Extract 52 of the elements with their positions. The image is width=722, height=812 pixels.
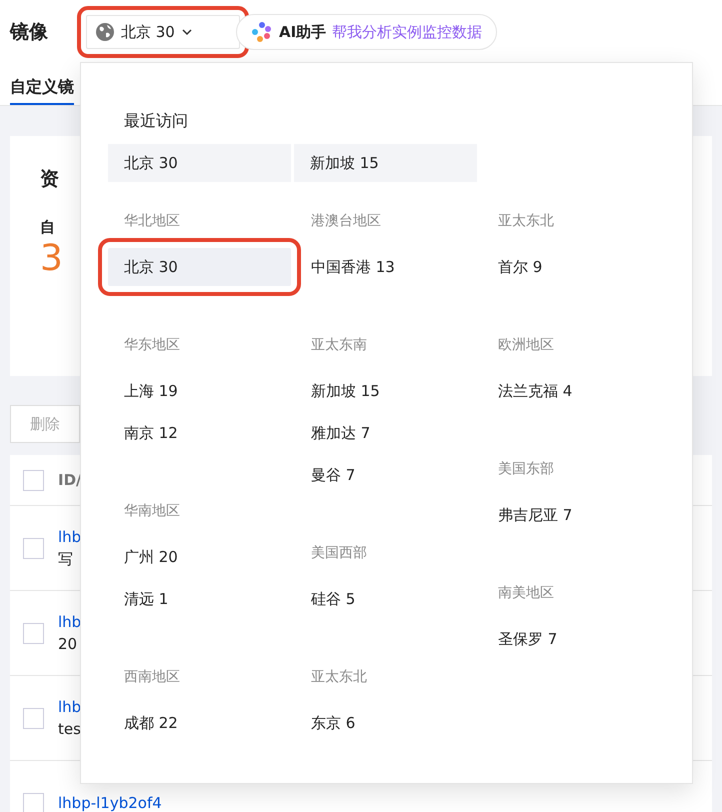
- globe-icon: [95, 22, 115, 42]
- area-heading: 南美地区: [497, 584, 555, 603]
- image-id-link[interactable]: lhb: [58, 528, 82, 546]
- swirl-icon: [251, 21, 273, 43]
- area-heading: 美国西部: [310, 544, 368, 563]
- region-item[interactable]: 东京 6: [295, 704, 478, 742]
- region-item[interactable]: 成都 22: [108, 704, 291, 742]
- area-heading: 西南地区: [123, 668, 181, 687]
- image-name: 写: [58, 550, 74, 568]
- tab[interactable]: 自定义镜: [10, 70, 74, 105]
- area-heading: 美国东部: [497, 460, 555, 479]
- region-item[interactable]: 法兰克福 4: [482, 372, 665, 410]
- region-item[interactable]: 中国香港 13: [295, 248, 478, 286]
- recent-region-item[interactable]: 新加坡 15: [294, 144, 477, 182]
- image-id-link[interactable]: lhb: [58, 698, 82, 716]
- area-heading: 港澳台地区: [310, 212, 382, 231]
- region-item[interactable]: 广州 20: [108, 538, 291, 576]
- section-title: 最近访问: [124, 110, 189, 132]
- area-heading: 亚太东北: [497, 212, 555, 231]
- image-name: 20: [58, 635, 78, 653]
- region-item[interactable]: 清远 1: [108, 580, 291, 618]
- checkbox[interactable]: [23, 470, 44, 490]
- region-item[interactable]: 南京 12: [108, 414, 291, 452]
- region-item[interactable]: 硅谷 5: [295, 580, 478, 618]
- region-item[interactable]: 圣保罗 7: [482, 620, 665, 658]
- image-id-link[interactable]: lhbp-l1yb2of4: [58, 794, 162, 812]
- checkbox[interactable]: [23, 708, 44, 728]
- region-item[interactable]: 上海 19: [108, 372, 291, 410]
- page-title: 镜像: [10, 20, 49, 45]
- area-heading: 华南地区: [123, 502, 181, 521]
- column-header: ID/: [58, 471, 82, 489]
- area-heading: 亚太东南: [310, 336, 368, 355]
- recent-region-item[interactable]: 北京 30: [108, 144, 291, 182]
- ai-assistant-button[interactable]: AI助手 帮我分析实例监控数据: [236, 14, 498, 50]
- region-item[interactable]: 曼谷 7: [295, 456, 478, 494]
- checkbox[interactable]: [23, 538, 44, 558]
- checkbox[interactable]: [23, 792, 44, 812]
- area-heading: 华东地区: [123, 336, 181, 355]
- region-item[interactable]: 新加坡 15: [295, 372, 478, 410]
- area-heading: 华北地区: [123, 212, 181, 231]
- region-item[interactable]: 弗吉尼亚 7: [482, 496, 665, 534]
- area-heading: 欧洲地区: [497, 336, 555, 355]
- region-item[interactable]: 首尔 9: [482, 248, 665, 286]
- stat-value: 3: [40, 237, 63, 281]
- image-id-link[interactable]: lhb: [58, 613, 82, 631]
- stat-label: 自: [40, 218, 55, 237]
- region-item[interactable]: 北京 30: [108, 248, 291, 286]
- checkbox[interactable]: [23, 622, 44, 644]
- area-heading: 亚太东北: [310, 668, 368, 687]
- region-item[interactable]: 雅加达 7: [295, 414, 478, 452]
- image-name: tes: [58, 720, 82, 738]
- card-title: 资: [40, 167, 60, 192]
